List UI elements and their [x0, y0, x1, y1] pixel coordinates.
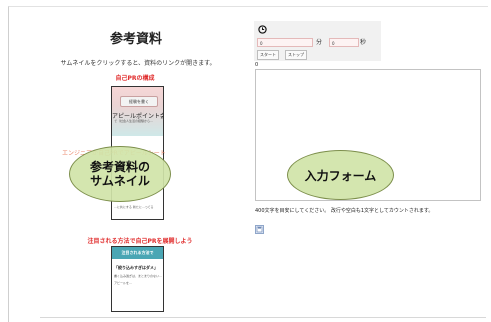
- reference-thumbnail-attention[interactable]: 注目される方法で 「絞り込みすぎはダメ」 書く込み過ぎは、まとまりのない... …: [111, 246, 164, 312]
- form-annotation-label: 入力フォーム: [304, 168, 377, 183]
- section-heading-structure: 自己PRの構成: [115, 75, 155, 82]
- timer-start-button[interactable]: スタート: [257, 50, 279, 60]
- timer-panel: 0 分 0 秒 スタート ストップ: [254, 21, 381, 61]
- section-heading-attention: 注目される方法で自己PRを展開しよう: [87, 238, 193, 245]
- thumbnail-text: で（社会人生活の経験から...: [114, 119, 153, 123]
- character-count: 0: [255, 62, 259, 68]
- reference-title: 参考資料: [110, 32, 163, 47]
- thumbnail-text: 書く込み過ぎは、まとまりのない...: [114, 274, 162, 278]
- save-glyph-icon: [256, 226, 263, 233]
- thumbnail-text: ...に共にする 新たに...ってる: [114, 205, 154, 209]
- thumbnail-banner: 経験を書く アピールポイント会 で（社会人生活の経験から...: [112, 87, 163, 136]
- thumbnail-button: 経験を書く: [120, 96, 158, 107]
- timer-seconds-label: 秒: [360, 39, 367, 46]
- thumbnail-header: 注目される方法で: [112, 247, 163, 259]
- bottom-divider: [40, 317, 486, 318]
- reference-caption: サムネイルをクリックすると、資料のリンクが開きます。: [60, 60, 216, 67]
- clock-icon: [258, 25, 267, 34]
- thumbnail-annotation-oval: 参考資料の サムネイル: [69, 146, 171, 202]
- thumbnail-text: アピールを...: [114, 281, 132, 285]
- thumbnail-annotation-label: 参考資料の サムネイル: [89, 160, 150, 188]
- timer-minutes-input[interactable]: 0: [257, 38, 313, 47]
- save-icon[interactable]: [255, 225, 264, 234]
- character-limit-notice: 400文字を目安にしてください。 改行や空白も1文字としてカウントされます。: [255, 208, 434, 214]
- form-annotation-oval: 入力フォーム: [287, 150, 394, 200]
- timer-seconds-input[interactable]: 0: [329, 38, 359, 47]
- thumbnail-quote: 「絞り込みすぎはダメ」: [114, 265, 158, 270]
- timer-stop-button[interactable]: ストップ: [285, 50, 307, 60]
- timer-minutes-label: 分: [316, 39, 323, 46]
